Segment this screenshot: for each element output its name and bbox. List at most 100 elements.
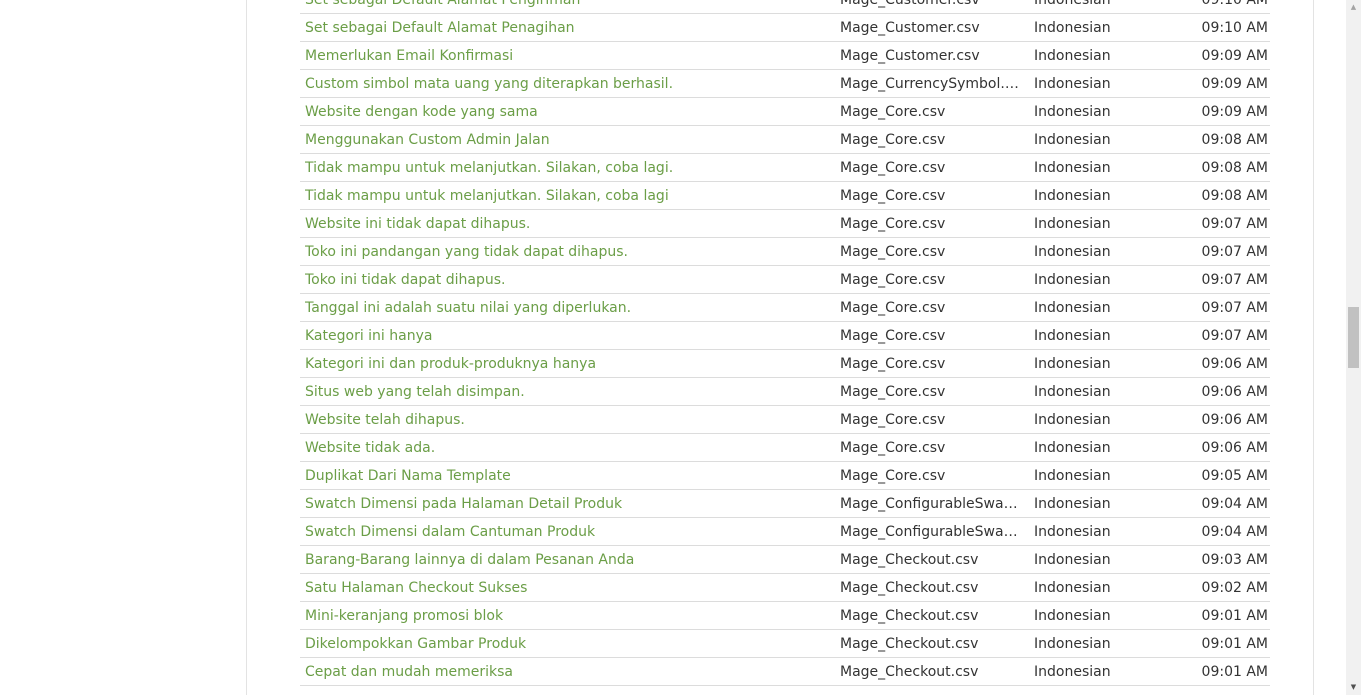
phrase-link[interactable]: Memerlukan Email Konfirmasi bbox=[305, 43, 835, 70]
phrase-link[interactable]: Website dengan kode yang sama bbox=[305, 99, 835, 126]
phrase-link[interactable]: Kategori ini hanya bbox=[305, 323, 835, 350]
language-cell: Indonesian bbox=[1034, 524, 1111, 540]
phrase-link[interactable]: Situs web yang telah disimpan. bbox=[305, 379, 835, 406]
phrase-link[interactable]: Satu Halaman Checkout Sukses bbox=[305, 575, 835, 602]
source-file-cell: Mage_Core.csv bbox=[840, 384, 946, 400]
phrase-link[interactable]: Kategori ini dan produk-produknya hanya bbox=[305, 351, 835, 378]
language-cell: Indonesian bbox=[1034, 300, 1111, 316]
source-file-cell: Mage_Checkout.csv bbox=[840, 636, 979, 652]
language-cell: Indonesian bbox=[1034, 384, 1111, 400]
scrollbar-thumb[interactable] bbox=[1348, 307, 1359, 368]
source-file-cell: Mage_Core.csv bbox=[840, 188, 946, 204]
language-cell: Indonesian bbox=[1034, 132, 1111, 148]
time-cell: 09:01 AM bbox=[1201, 636, 1268, 652]
time-cell: 09:08 AM bbox=[1201, 160, 1268, 176]
language-cell: Indonesian bbox=[1034, 356, 1111, 372]
phrase-link[interactable]: Website tidak ada. bbox=[305, 435, 835, 462]
table-row: Satu Halaman Checkout Sukses Mage_Checkou… bbox=[300, 574, 1270, 602]
time-cell: 09:04 AM bbox=[1201, 496, 1268, 512]
source-file-cell: Mage_Core.csv bbox=[840, 356, 946, 372]
source-file-cell: Mage_Core.csv bbox=[840, 132, 946, 148]
time-cell: 09:09 AM bbox=[1201, 48, 1268, 64]
source-file-cell: Mage_Customer.csv bbox=[840, 20, 980, 36]
language-cell: Indonesian bbox=[1034, 272, 1111, 288]
table-row: Kategori ini dan produk-produknya hanya M… bbox=[300, 350, 1270, 378]
translation-table: Set sebagai Default Alamat Pengiriman Mag… bbox=[300, 0, 1270, 686]
language-cell: Indonesian bbox=[1034, 608, 1111, 624]
language-cell: Indonesian bbox=[1034, 76, 1111, 92]
time-cell: 09:07 AM bbox=[1201, 272, 1268, 288]
table-row: Memerlukan Email Konfirmasi Mage_Customer… bbox=[300, 42, 1270, 70]
table-row: Tidak mampu untuk melanjutkan. Silakan, … bbox=[300, 154, 1270, 182]
table-row: Toko ini tidak dapat dihapus. Mage_Core.c… bbox=[300, 266, 1270, 294]
table-row: Cepat dan mudah memeriksa Mage_Checkout.c… bbox=[300, 658, 1270, 686]
arrow-up-icon[interactable]: ▲ bbox=[1346, 0, 1361, 15]
source-file-cell: Mage_ConfigurableSwatc... bbox=[840, 524, 1020, 540]
phrase-link[interactable]: Tidak mampu untuk melanjutkan. Silakan, … bbox=[305, 183, 835, 210]
table-row: Set sebagai Default Alamat Pengiriman Mag… bbox=[300, 0, 1270, 14]
phrase-link[interactable]: Tanggal ini adalah suatu nilai yang dipe… bbox=[305, 295, 835, 322]
table-row: Website telah dihapus. Mage_Core.csv Indon… bbox=[300, 406, 1270, 434]
source-file-cell: Mage_Customer.csv bbox=[840, 0, 980, 8]
language-cell: Indonesian bbox=[1034, 440, 1111, 456]
phrase-link[interactable]: Toko ini pandangan yang tidak dapat diha… bbox=[305, 239, 835, 266]
time-cell: 09:06 AM bbox=[1201, 440, 1268, 456]
language-cell: Indonesian bbox=[1034, 552, 1111, 568]
table-row: Mini-keranjang promosi blok Mage_Checkout… bbox=[300, 602, 1270, 630]
phrase-link[interactable]: Toko ini tidak dapat dihapus. bbox=[305, 267, 835, 294]
phrase-link[interactable]: Website telah dihapus. bbox=[305, 407, 835, 434]
source-file-cell: Mage_Core.csv bbox=[840, 440, 946, 456]
phrase-link[interactable]: Set sebagai Default Alamat Penagihan bbox=[305, 15, 835, 42]
phrase-link[interactable]: Cepat dan mudah memeriksa bbox=[305, 659, 835, 686]
phrase-link[interactable]: Menggunakan Custom Admin Jalan bbox=[305, 127, 835, 154]
phrase-link[interactable]: Swatch Dimensi pada Halaman Detail Produ… bbox=[305, 491, 835, 518]
language-cell: Indonesian bbox=[1034, 0, 1111, 8]
table-row: Custom simbol mata uang yang diterapkan … bbox=[300, 70, 1270, 98]
language-cell: Indonesian bbox=[1034, 412, 1111, 428]
phrase-link[interactable]: Duplikat Dari Nama Template bbox=[305, 463, 835, 490]
time-cell: 09:01 AM bbox=[1201, 608, 1268, 624]
arrow-down-icon[interactable]: ▼ bbox=[1346, 680, 1361, 695]
source-file-cell: Mage_Checkout.csv bbox=[840, 664, 979, 680]
time-cell: 09:09 AM bbox=[1201, 104, 1268, 120]
time-cell: 09:01 AM bbox=[1201, 664, 1268, 680]
time-cell: 09:05 AM bbox=[1201, 468, 1268, 484]
table-row: Toko ini pandangan yang tidak dapat diha… bbox=[300, 238, 1270, 266]
language-cell: Indonesian bbox=[1034, 244, 1111, 260]
time-cell: 09:06 AM bbox=[1201, 356, 1268, 372]
language-cell: Indonesian bbox=[1034, 104, 1111, 120]
source-file-cell: Mage_Core.csv bbox=[840, 328, 946, 344]
source-file-cell: Mage_Checkout.csv bbox=[840, 552, 979, 568]
phrase-link[interactable]: Tidak mampu untuk melanjutkan. Silakan, … bbox=[305, 155, 835, 182]
source-file-cell: Mage_Core.csv bbox=[840, 104, 946, 120]
table-row: Set sebagai Default Alamat Penagihan Mage… bbox=[300, 14, 1270, 42]
source-file-cell: Mage_Core.csv bbox=[840, 412, 946, 428]
language-cell: Indonesian bbox=[1034, 48, 1111, 64]
language-cell: Indonesian bbox=[1034, 328, 1111, 344]
time-cell: 09:04 AM bbox=[1201, 524, 1268, 540]
table-row: Situs web yang telah disimpan. Mage_Core.… bbox=[300, 378, 1270, 406]
phrase-link[interactable]: Custom simbol mata uang yang diterapkan … bbox=[305, 71, 835, 98]
phrase-link[interactable]: Swatch Dimensi dalam Cantuman Produk bbox=[305, 519, 835, 546]
time-cell: 09:08 AM bbox=[1201, 188, 1268, 204]
phrase-link[interactable]: Barang-Barang lainnya di dalam Pesanan A… bbox=[305, 547, 835, 574]
language-cell: Indonesian bbox=[1034, 664, 1111, 680]
language-cell: Indonesian bbox=[1034, 496, 1111, 512]
time-cell: 09:03 AM bbox=[1201, 552, 1268, 568]
source-file-cell: Mage_Core.csv bbox=[840, 468, 946, 484]
time-cell: 09:10 AM bbox=[1201, 20, 1268, 36]
table-row: Menggunakan Custom Admin Jalan Mage_Core.… bbox=[300, 126, 1270, 154]
table-row: Website ini tidak dapat dihapus. Mage_Cor… bbox=[300, 210, 1270, 238]
time-cell: 09:06 AM bbox=[1201, 384, 1268, 400]
language-cell: Indonesian bbox=[1034, 20, 1111, 36]
table-row: Swatch Dimensi dalam Cantuman Produk Mage… bbox=[300, 518, 1270, 546]
time-cell: 09:07 AM bbox=[1201, 244, 1268, 260]
phrase-link[interactable]: Dikelompokkan Gambar Produk bbox=[305, 631, 835, 658]
time-cell: 09:07 AM bbox=[1201, 216, 1268, 232]
source-file-cell: Mage_Checkout.csv bbox=[840, 608, 979, 624]
phrase-link[interactable]: Website ini tidak dapat dihapus. bbox=[305, 211, 835, 238]
phrase-link[interactable]: Mini-keranjang promosi blok bbox=[305, 603, 835, 630]
vertical-scrollbar[interactable]: ▲ ▼ bbox=[1346, 0, 1361, 695]
source-file-cell: Mage_Customer.csv bbox=[840, 48, 980, 64]
phrase-link[interactable]: Set sebagai Default Alamat Pengiriman bbox=[305, 0, 835, 14]
